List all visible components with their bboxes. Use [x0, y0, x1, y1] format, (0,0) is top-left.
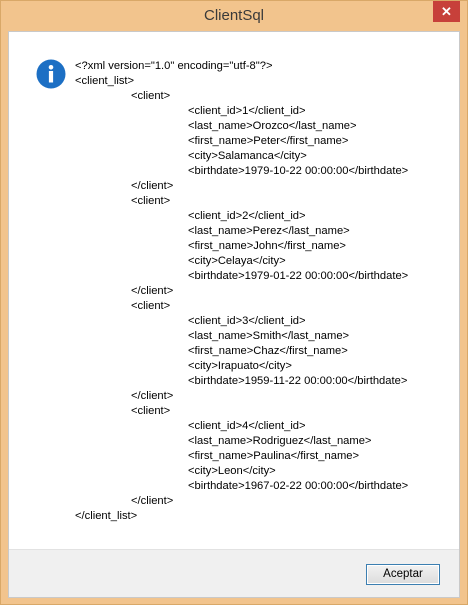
- window-title: ClientSql: [203, 7, 265, 24]
- message-line: <client>: [131, 300, 171, 312]
- message-line: <last_name>Rodriguez</last_name>: [188, 435, 372, 447]
- accept-button[interactable]: Aceptar: [366, 564, 440, 585]
- message-line: <last_name>Orozco</last_name>: [188, 120, 357, 132]
- message-line: <birthdate>1979-01-22 00:00:00</birthdat…: [188, 270, 409, 282]
- message-line: <city>Leon</city>: [188, 465, 276, 477]
- message-line: <birthdate>1979-10-22 00:00:00</birthdat…: [188, 165, 409, 177]
- message-line: <client_id>2</client_id>: [188, 210, 306, 222]
- message-line: </client_list>: [75, 510, 138, 522]
- dialog-window: ClientSql ✕ <?xml version="1.0" encoding…: [0, 0, 468, 605]
- message-line: </client>: [131, 180, 174, 192]
- message-line: <client_id>4</client_id>: [188, 420, 306, 432]
- message-line: <city>Salamanca</city>: [188, 150, 307, 162]
- close-button[interactable]: ✕: [433, 1, 460, 22]
- message-line: <first_name>Peter</first_name>: [188, 135, 349, 147]
- message-line: <first_name>Paulina</first_name>: [188, 450, 360, 462]
- message-area: <?xml version="1.0" encoding="utf-8"?> <c…: [9, 32, 459, 549]
- message-line: <client_list>: [75, 75, 135, 87]
- message-text: <?xml version="1.0" encoding="utf-8"?> <c…: [75, 59, 408, 524]
- button-bar: Aceptar: [9, 549, 459, 597]
- message-line: <first_name>John</first_name>: [188, 240, 346, 252]
- dialog-body: <?xml version="1.0" encoding="utf-8"?> <c…: [8, 31, 460, 598]
- message-line: <?xml version="1.0" encoding="utf-8"?>: [75, 60, 273, 72]
- message-line: <last_name>Smith</last_name>: [188, 330, 350, 342]
- message-line: <client>: [131, 405, 171, 417]
- title-bar[interactable]: ClientSql ✕: [1, 1, 467, 31]
- close-icon: ✕: [441, 4, 452, 19]
- message-line: </client>: [131, 390, 174, 402]
- message-line: <city>Celaya</city>: [188, 255, 286, 267]
- message-line: <last_name>Perez</last_name>: [188, 225, 350, 237]
- message-line: <client>: [131, 195, 171, 207]
- message-line: <birthdate>1967-02-22 00:00:00</birthdat…: [188, 480, 409, 492]
- message-line: <first_name>Chaz</first_name>: [188, 345, 348, 357]
- message-line: <client_id>1</client_id>: [188, 105, 306, 117]
- message-line: <client>: [131, 90, 171, 102]
- info-icon: [36, 59, 66, 89]
- message-line: </client>: [131, 285, 174, 297]
- message-line: <birthdate>1959-11-22 00:00:00</birthdat…: [188, 375, 408, 387]
- message-line: <city>Irapuato</city>: [188, 360, 292, 372]
- message-line: <client_id>3</client_id>: [188, 315, 306, 327]
- message-line: </client>: [131, 495, 174, 507]
